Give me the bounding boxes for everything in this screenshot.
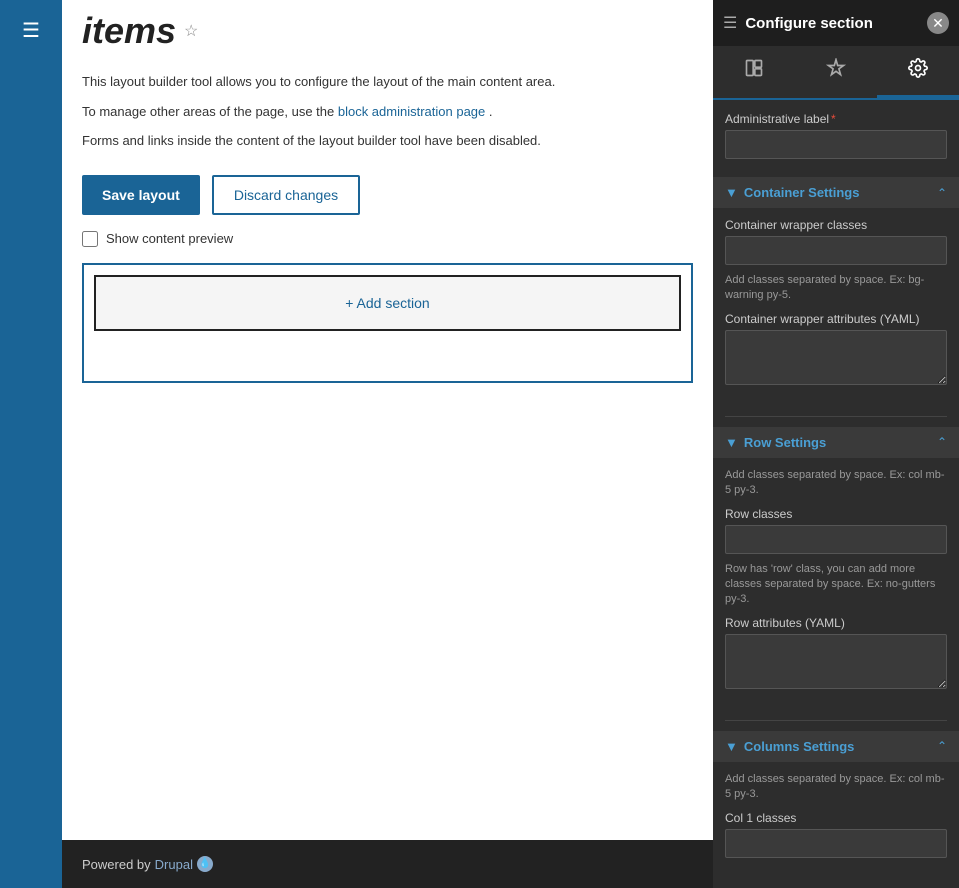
columns-settings-header[interactable]: ▼ Columns Settings ⌃ [713, 731, 959, 762]
page-body: This layout builder tool allows you to c… [62, 52, 713, 840]
page-header: items ☆ [62, 0, 713, 52]
drupal-link[interactable]: Drupal [155, 857, 193, 872]
wrapper-attributes-textarea[interactable] [725, 330, 947, 385]
info-line-2-suffix: . [489, 104, 493, 119]
add-section-button[interactable]: + Add section [94, 275, 681, 331]
wrapper-attributes-label: Container wrapper attributes (YAML) [725, 312, 947, 326]
row-classes-label: Row classes [725, 507, 947, 521]
panel-header: ☰ Configure section ✕ [713, 0, 959, 46]
info-line-2: To manage other areas of the page, use t… [82, 102, 693, 122]
row-classes-hint: Row has 'row' class, you can add more cl… [725, 562, 947, 608]
star-icon[interactable]: ☆ [184, 21, 198, 41]
divider-2 [725, 720, 947, 721]
container-settings-collapse-icon: ⌃ [937, 186, 947, 200]
tab-layout[interactable] [713, 46, 795, 98]
discard-changes-button[interactable]: Discard changes [212, 175, 360, 215]
columns-settings-content: Add classes separated by space. Ex: col … [713, 762, 959, 876]
show-content-preview-row: Show content preview [82, 231, 693, 247]
info-line-3: Forms and links inside the content of th… [82, 131, 693, 151]
admin-label-input[interactable] [725, 130, 947, 159]
page-title: items ☆ [82, 10, 693, 52]
left-sidebar: ☰ [0, 0, 62, 888]
col1-classes-label: Col 1 classes [725, 811, 947, 825]
divider-1 [725, 416, 947, 417]
container-settings-content: Container wrapper classes Add classes se… [713, 208, 959, 406]
row-settings-arrow-icon: ▼ [725, 435, 738, 450]
wrapper-classes-hint: Add classes separated by space. Ex: bg-w… [725, 273, 947, 304]
row-settings-header[interactable]: ▼ Row Settings ⌃ [713, 427, 959, 458]
page-title-text: items [82, 10, 176, 52]
page-footer: Powered by Drupal 💧 [62, 840, 713, 888]
columns-settings-collapse-icon: ⌃ [937, 739, 947, 753]
row-settings-collapse-icon: ⌃ [937, 435, 947, 449]
powered-by-text: Powered by [82, 857, 151, 872]
show-content-preview-label[interactable]: Show content preview [106, 231, 233, 246]
main-content: items ☆ This layout builder tool allows … [62, 0, 713, 888]
block-admin-link[interactable]: block administration page [338, 104, 485, 119]
panel-body: Administrative label * ▼ Container Setti… [713, 100, 959, 888]
row-classes-input[interactable] [725, 525, 947, 554]
wrapper-classes-label: Container wrapper classes [725, 218, 947, 232]
row-settings-title: ▼ Row Settings [725, 435, 826, 450]
col1-classes-input[interactable] [725, 829, 947, 858]
save-layout-button[interactable]: Save layout [82, 175, 200, 215]
layout-builder-area: + Add section [82, 263, 693, 383]
panel-lines-icon: ☰ [723, 13, 737, 33]
panel-header-left: ☰ Configure section [723, 13, 873, 33]
row-settings-content: Add classes separated by space. Ex: col … [713, 458, 959, 710]
row-attributes-label: Row attributes (YAML) [725, 616, 947, 630]
tab-style[interactable] [795, 46, 877, 98]
admin-label-section: Administrative label * [713, 100, 959, 167]
drupal-icon: 💧 [197, 856, 213, 872]
container-settings-header[interactable]: ▼ Container Settings ⌃ [713, 177, 959, 208]
info-line-1: This layout builder tool allows you to c… [82, 72, 693, 92]
tab-settings[interactable] [877, 46, 959, 98]
admin-label-field-label: Administrative label * [725, 112, 947, 126]
columns-settings-arrow-icon: ▼ [725, 739, 738, 754]
close-panel-button[interactable]: ✕ [927, 12, 949, 34]
columns-hint: Add classes separated by space. Ex: col … [725, 772, 947, 803]
hamburger-icon[interactable]: ☰ [14, 10, 48, 51]
row-attributes-textarea[interactable] [725, 634, 947, 689]
info-line-2-prefix: To manage other areas of the page, use t… [82, 104, 338, 119]
add-section-label: + Add section [345, 295, 429, 311]
panel-title: Configure section [745, 15, 873, 32]
container-settings-title: ▼ Container Settings [725, 185, 859, 200]
container-settings-arrow-icon: ▼ [725, 185, 738, 200]
wrapper-classes-input[interactable] [725, 236, 947, 265]
panel-tabs [713, 46, 959, 100]
columns-settings-title: ▼ Columns Settings [725, 739, 854, 754]
show-content-preview-checkbox[interactable] [82, 231, 98, 247]
required-star: * [831, 112, 836, 126]
button-row: Save layout Discard changes [82, 175, 693, 215]
row-hint: Add classes separated by space. Ex: col … [725, 468, 947, 499]
right-panel: ☰ Configure section ✕ [713, 0, 959, 888]
